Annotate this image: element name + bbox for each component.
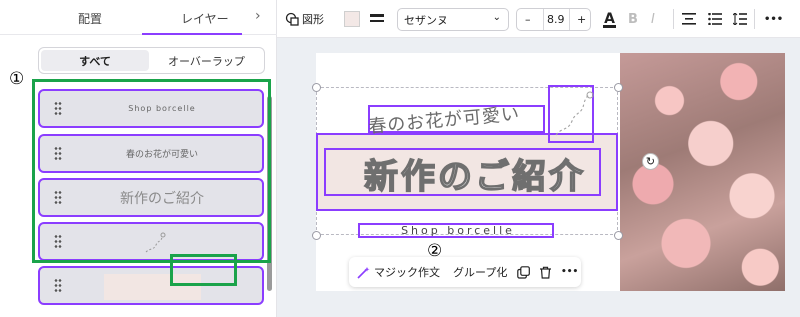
- active-tab-indicator: [142, 33, 242, 35]
- duplicate-button[interactable]: [517, 257, 530, 287]
- align-center-button[interactable]: [682, 0, 696, 38]
- border-lines-icon: [370, 14, 384, 22]
- resize-handle[interactable]: [614, 231, 623, 240]
- layer-filter-segment: すべて オーバーラップ: [38, 47, 265, 74]
- rose-photo[interactable]: [620, 53, 785, 291]
- magic-wand-icon: [357, 266, 370, 279]
- swirl-graphic[interactable]: [550, 87, 594, 143]
- shape-icon: [285, 12, 299, 26]
- list-button[interactable]: [708, 0, 722, 38]
- annotation-green-box-group: [170, 254, 237, 286]
- chevron-right-icon[interactable]: ›: [255, 8, 261, 24]
- align-center-icon: [682, 13, 696, 25]
- resize-handle[interactable]: [312, 83, 321, 92]
- magic-write-button[interactable]: マジック作文: [357, 257, 440, 287]
- filter-overlap-button[interactable]: オーバーラップ: [151, 50, 262, 71]
- text-color-bar: [603, 24, 616, 28]
- annotation-green-box-layers: [32, 79, 271, 263]
- font-size-increase-button[interactable]: +: [577, 13, 586, 26]
- line-spacing-button[interactable]: [733, 0, 747, 38]
- toolbar-divider: [754, 9, 755, 29]
- stepper-divider: [569, 9, 570, 30]
- canvas-workspace: 春のお花が可愛い 新作のご紹介 Shop borcelle ↻ ② マジック作文…: [277, 38, 800, 317]
- font-family-value: セザンヌ: [404, 13, 448, 27]
- toolbar-divider: [673, 9, 674, 29]
- title-text[interactable]: 新作のご紹介: [330, 149, 620, 198]
- context-toolbar: マジック作文 グループ化 •••: [349, 257, 581, 287]
- top-toolbar: 図形 セザンヌ ⌄ – 8.9 + A B I •••: [277, 0, 800, 38]
- italic-button[interactable]: I: [651, 0, 655, 38]
- shape-button[interactable]: 図形: [285, 0, 324, 38]
- shop-text[interactable]: Shop borcelle: [360, 224, 556, 237]
- fill-color-swatch[interactable]: [344, 11, 360, 27]
- font-family-select[interactable]: セザンヌ ⌄: [397, 8, 509, 31]
- line-spacing-icon: [733, 13, 747, 25]
- duplicate-icon: [517, 265, 530, 279]
- stepper-divider: [543, 9, 544, 30]
- resize-handle[interactable]: [614, 83, 623, 92]
- design-page[interactable]: 春のお花が可愛い 新作のご紹介 Shop borcelle ↻: [312, 53, 785, 291]
- filter-all-button[interactable]: すべて: [41, 50, 149, 71]
- border-style-button[interactable]: [370, 0, 384, 38]
- bold-button[interactable]: B: [628, 0, 638, 38]
- magic-write-label: マジック作文: [374, 266, 440, 279]
- resize-handle[interactable]: [312, 231, 321, 240]
- shape-label: 図形: [302, 13, 324, 26]
- font-size-value[interactable]: 8.9: [547, 13, 565, 26]
- list-icon: [708, 13, 722, 25]
- tab-arrange[interactable]: 配置: [78, 10, 102, 27]
- text-color-button[interactable]: A: [603, 0, 616, 38]
- group-button[interactable]: グループ化: [453, 257, 507, 287]
- chevron-down-icon: ⌄: [492, 12, 501, 23]
- drag-handle-icon[interactable]: [54, 278, 62, 293]
- font-size-decrease-button[interactable]: –: [525, 13, 531, 26]
- font-size-stepper: – 8.9 +: [516, 8, 591, 31]
- annotation-number-one: ①: [9, 69, 25, 89]
- tab-layers[interactable]: レイヤー: [181, 10, 229, 27]
- delete-button[interactable]: [539, 257, 552, 287]
- more-options-button[interactable]: •••: [764, 0, 783, 38]
- more-options-button[interactable]: •••: [561, 257, 578, 287]
- rotate-icon[interactable]: ↻: [642, 153, 659, 170]
- trash-icon: [540, 266, 551, 279]
